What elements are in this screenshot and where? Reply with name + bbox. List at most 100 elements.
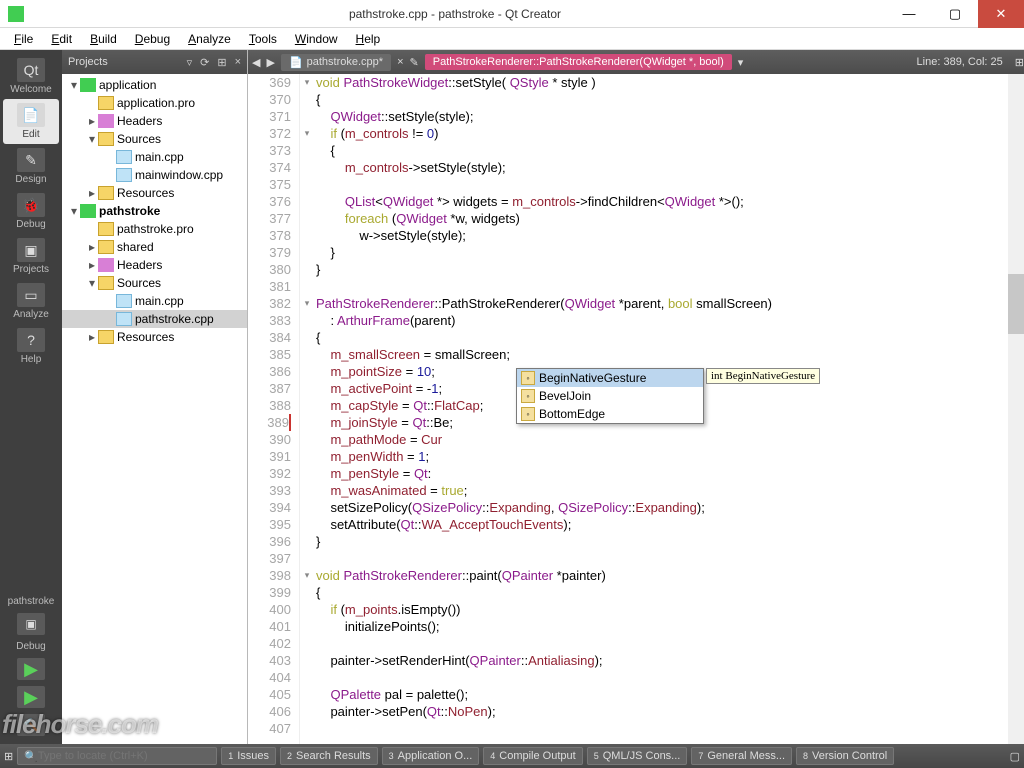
window-title: pathstroke.cpp - pathstroke - Qt Creator [24,7,886,21]
tree-item-label: main.cpp [135,294,184,308]
tree-twisty[interactable]: ▾ [68,204,80,218]
cpp-icon [116,294,132,308]
menu-help[interactable]: Help [348,30,389,48]
autocomplete-item[interactable]: ◦BeginNativeGesture [517,369,703,387]
locator-input[interactable]: 🔍 [17,747,217,765]
hdr-icon [98,114,114,128]
kit-selector[interactable]: ▣ [17,613,45,635]
menu-analyze[interactable]: Analyze [180,30,239,48]
mode-projects[interactable]: ▣Projects [3,234,59,279]
panel-close-icon[interactable]: × [235,56,241,69]
sync-icon[interactable]: ⟳ [200,56,209,69]
tree-item[interactable]: ▸Resources [62,328,247,346]
split-icon[interactable]: ⊞ [217,56,226,69]
enum-icon: ◦ [521,407,535,421]
nav-fwd-icon[interactable]: ▶ [266,56,274,69]
tree-twisty[interactable]: ▾ [86,132,98,146]
output-panel-5[interactable]: 5QML/JS Cons... [587,747,688,765]
fold-column[interactable]: ▾▾▾▾ [300,74,314,744]
tree-item-label: application.pro [117,96,195,110]
autocomplete-popup[interactable]: ◦BeginNativeGesture◦BevelJoin◦BottomEdge [516,368,704,424]
tree-item[interactable]: ▾ application [62,76,247,94]
tree-twisty[interactable]: ▾ [86,276,98,290]
cpp-icon [116,312,132,326]
tree-item-label: Sources [117,276,161,290]
tree-item[interactable]: main.cpp [62,292,247,310]
locator-icon[interactable]: ⊞ [4,750,13,763]
run-button[interactable]: ▶ [17,658,45,680]
output-panel-8[interactable]: 8Version Control [796,747,894,765]
output-panel-3[interactable]: 3Application O... [382,747,480,765]
tree-item[interactable]: main.cpp [62,148,247,166]
tree-twisty[interactable]: ▸ [86,114,98,128]
vertical-scrollbar[interactable] [1008,74,1024,744]
tree-item[interactable]: application.pro [62,94,247,112]
menu-build[interactable]: Build [82,30,125,48]
tree-twisty[interactable]: ▸ [86,186,98,200]
tree-twisty[interactable]: ▸ [86,240,98,254]
tree-item-label: application [99,78,156,92]
tree-twisty[interactable]: ▾ [68,78,80,92]
tree-item[interactable]: pathstroke.cpp [62,310,247,328]
menu-window[interactable]: Window [287,30,346,48]
tree-item-label: main.cpp [135,150,184,164]
cpp-icon [116,150,132,164]
editor-split-icon[interactable]: ⊞ [1015,56,1024,69]
minimize-button[interactable]: — [886,0,932,28]
tree-item[interactable]: ▸Headers [62,112,247,130]
projects-header: Projects ▿ ⟳ ⊞ × [62,50,247,74]
output-panel-1[interactable]: 1Issues [221,747,276,765]
welcome-icon: Qt [17,58,45,82]
tree-item[interactable]: ▾pathstroke [62,202,247,220]
tree-item[interactable]: pathstroke.pro [62,220,247,238]
tree-item-label: Sources [117,132,161,146]
menu-debug[interactable]: Debug [127,30,178,48]
build-mode-label: Debug [16,641,45,652]
mode-analyze[interactable]: ▭Analyze [3,279,59,324]
tree-item-label: pathstroke.cpp [135,312,214,326]
edit-icon: 📄 [17,103,45,127]
mode-help[interactable]: ?Help [3,324,59,369]
folder-icon [98,132,114,146]
locator-field[interactable] [38,750,210,762]
line-col-indicator[interactable]: Line: 389, Col: 25 [917,56,1003,68]
output-toggle-icon[interactable]: ▢ [1010,750,1020,763]
tree-item[interactable]: mainwindow.cpp [62,166,247,184]
tree-twisty[interactable]: ▸ [86,258,98,272]
file-tab[interactable]: 📄 pathstroke.cpp* [281,54,391,71]
tree-item[interactable]: ▾ Sources [62,130,247,148]
folder-icon [98,186,114,200]
lock-icon[interactable]: ✎ [410,56,419,69]
tree-item[interactable]: ▸shared [62,238,247,256]
debug-run-button[interactable]: ▶ [17,686,45,708]
mode-sidebar: QtWelcome📄Edit✎Design🐞Debug▣Projects▭Ana… [0,50,62,744]
menu-tools[interactable]: Tools [241,30,285,48]
autocomplete-item[interactable]: ◦BevelJoin [517,387,703,405]
menu-file[interactable]: File [6,30,41,48]
symbol-dropdown-icon[interactable]: ▾ [738,56,744,69]
tree-item[interactable]: ▸Headers [62,256,247,274]
output-panel-4[interactable]: 4Compile Output [483,747,582,765]
mode-debug[interactable]: 🐞Debug [3,189,59,234]
tree-item[interactable]: ▸Resources [62,184,247,202]
project-tree[interactable]: ▾ application application.pro ▸Headers ▾ Sour… [62,74,247,744]
nav-back-icon[interactable]: ◀ [252,56,260,69]
cpp-file-icon: 📄 [289,56,303,69]
build-button[interactable]: 🔨 [17,714,45,736]
maximize-button[interactable]: ▢ [932,0,978,28]
tree-item[interactable]: ▾ Sources [62,274,247,292]
autocomplete-item[interactable]: ◦BottomEdge [517,405,703,423]
pro-icon [98,96,114,110]
close-button[interactable]: ✕ [978,0,1024,28]
help-icon: ? [17,328,45,352]
tree-twisty[interactable]: ▸ [86,330,98,344]
mode-edit[interactable]: 📄Edit [3,99,59,144]
output-panel-7[interactable]: 7General Mess... [691,747,792,765]
output-panel-2[interactable]: 2Search Results [280,747,378,765]
menu-edit[interactable]: Edit [43,30,80,48]
close-tab-icon[interactable]: × [397,56,403,68]
filter-icon[interactable]: ▿ [187,56,193,69]
symbol-selector[interactable]: PathStrokeRenderer::PathStrokeRenderer(Q… [425,54,732,70]
mode-design[interactable]: ✎Design [3,144,59,189]
mode-welcome[interactable]: QtWelcome [3,54,59,99]
